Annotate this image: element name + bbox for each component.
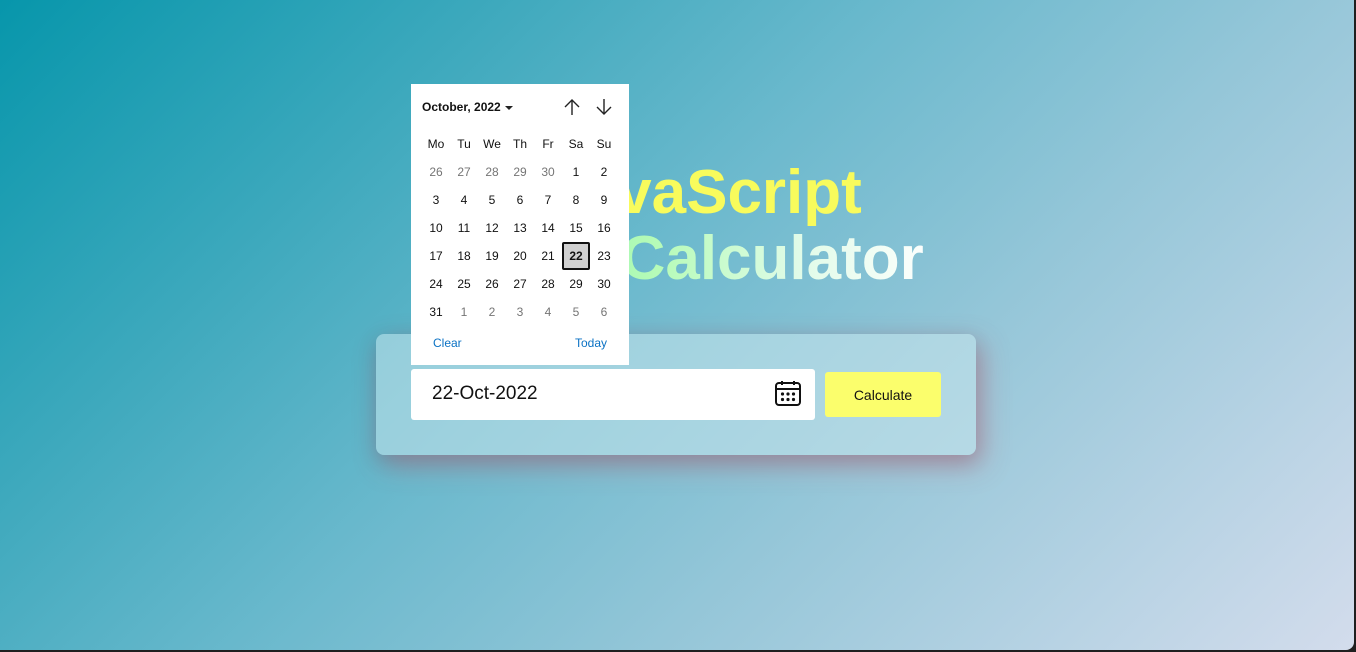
calendar-day[interactable]: 6 [506, 186, 534, 214]
weekday-label: Th [512, 137, 527, 151]
calculate-button[interactable]: Calculate [825, 372, 941, 417]
calendar-day[interactable]: 1 [562, 158, 590, 186]
calendar-day[interactable]: 10 [422, 214, 450, 242]
calendar-day[interactable]: 2 [478, 298, 506, 326]
calendar-day[interactable]: 12 [478, 214, 506, 242]
calendar-day[interactable]: 5 [478, 186, 506, 214]
calendar-day[interactable]: 26 [422, 158, 450, 186]
today-button[interactable]: Today [575, 336, 607, 350]
weekday-label: Mo [427, 137, 445, 151]
calendar-day[interactable]: 8 [562, 186, 590, 214]
arrow-up-icon[interactable] [561, 96, 583, 118]
calendar-day[interactable]: 4 [450, 186, 478, 214]
calendar-day[interactable]: 5 [562, 298, 590, 326]
calendar-day[interactable]: 27 [506, 270, 534, 298]
weekday-header-row: Mo Tu We Th Fr Sa Su [422, 130, 628, 158]
month-year-label[interactable]: October, 2022 [422, 100, 501, 114]
calendar-week-row: 3 4 5 6 7 8 9 [422, 186, 628, 214]
calendar-day[interactable]: 6 [590, 298, 618, 326]
calendar-day[interactable]: 24 [422, 270, 450, 298]
calendar-day[interactable]: 11 [450, 214, 478, 242]
calendar-day[interactable]: 3 [422, 186, 450, 214]
calendar-day[interactable]: 28 [478, 158, 506, 186]
month-year-selector[interactable]: October, 2022 [422, 100, 513, 114]
calendar-day[interactable]: 1 [450, 298, 478, 326]
calendar-day[interactable]: 26 [478, 270, 506, 298]
calendar-day[interactable]: 23 [590, 242, 618, 270]
calendar-day[interactable]: 13 [506, 214, 534, 242]
calendar-day[interactable]: 16 [590, 214, 618, 242]
calendar-day[interactable]: 15 [562, 214, 590, 242]
date-input[interactable]: 22-Oct-2022 [411, 369, 815, 420]
calendar-day[interactable]: 18 [450, 242, 478, 270]
page-background: JavaScript Age Calculator 22-Oct-2022 Ca… [0, 0, 1354, 650]
weekday-label: Tu [457, 137, 471, 151]
calendar-day[interactable]: 31 [422, 298, 450, 326]
calendar-day[interactable]: 19 [478, 242, 506, 270]
date-input-value[interactable]: 22-Oct-2022 [432, 383, 538, 405]
calendar-day-selected[interactable]: 22 [562, 242, 590, 270]
datepicker-popup: October, 2022 Mo Tu We Th Fr Sa Su 26 27… [411, 84, 629, 365]
calendar-day[interactable]: 28 [534, 270, 562, 298]
calendar-day[interactable]: 20 [506, 242, 534, 270]
calendar-day[interactable]: 27 [450, 158, 478, 186]
calendar-day[interactable]: 30 [534, 158, 562, 186]
calendar-week-row: 10 11 12 13 14 15 16 [422, 214, 628, 242]
calendar-day[interactable]: 7 [534, 186, 562, 214]
calendar-grid: Mo Tu We Th Fr Sa Su 26 27 28 29 30 1 2 … [422, 130, 628, 326]
calendar-day[interactable]: 29 [506, 158, 534, 186]
weekday-label: Fr [542, 137, 554, 151]
calendar-day[interactable]: 30 [590, 270, 618, 298]
calendar-day[interactable]: 4 [534, 298, 562, 326]
calendar-day[interactable]: 25 [450, 270, 478, 298]
arrow-down-icon[interactable] [593, 96, 615, 118]
weekday-label: Sa [568, 137, 584, 151]
calendar-day[interactable]: 9 [590, 186, 618, 214]
weekday-label: Su [596, 137, 612, 151]
clear-button[interactable]: Clear [433, 336, 462, 350]
calendar-icon[interactable] [773, 379, 803, 409]
calendar-day[interactable]: 2 [590, 158, 618, 186]
calendar-day[interactable]: 29 [562, 270, 590, 298]
caret-down-icon[interactable] [504, 105, 513, 110]
calendar-week-row: 24 25 26 27 28 29 30 [422, 270, 628, 298]
calendar-day[interactable]: 3 [506, 298, 534, 326]
calendar-day[interactable]: 14 [534, 214, 562, 242]
calendar-week-row: 26 27 28 29 30 1 2 [422, 158, 628, 186]
weekday-label: We [483, 137, 501, 151]
calendar-week-row: 31 1 2 3 4 5 6 [422, 298, 628, 326]
calendar-day[interactable]: 17 [422, 242, 450, 270]
calendar-week-row: 17 18 19 20 21 22 23 [422, 242, 628, 270]
calendar-day[interactable]: 21 [534, 242, 562, 270]
